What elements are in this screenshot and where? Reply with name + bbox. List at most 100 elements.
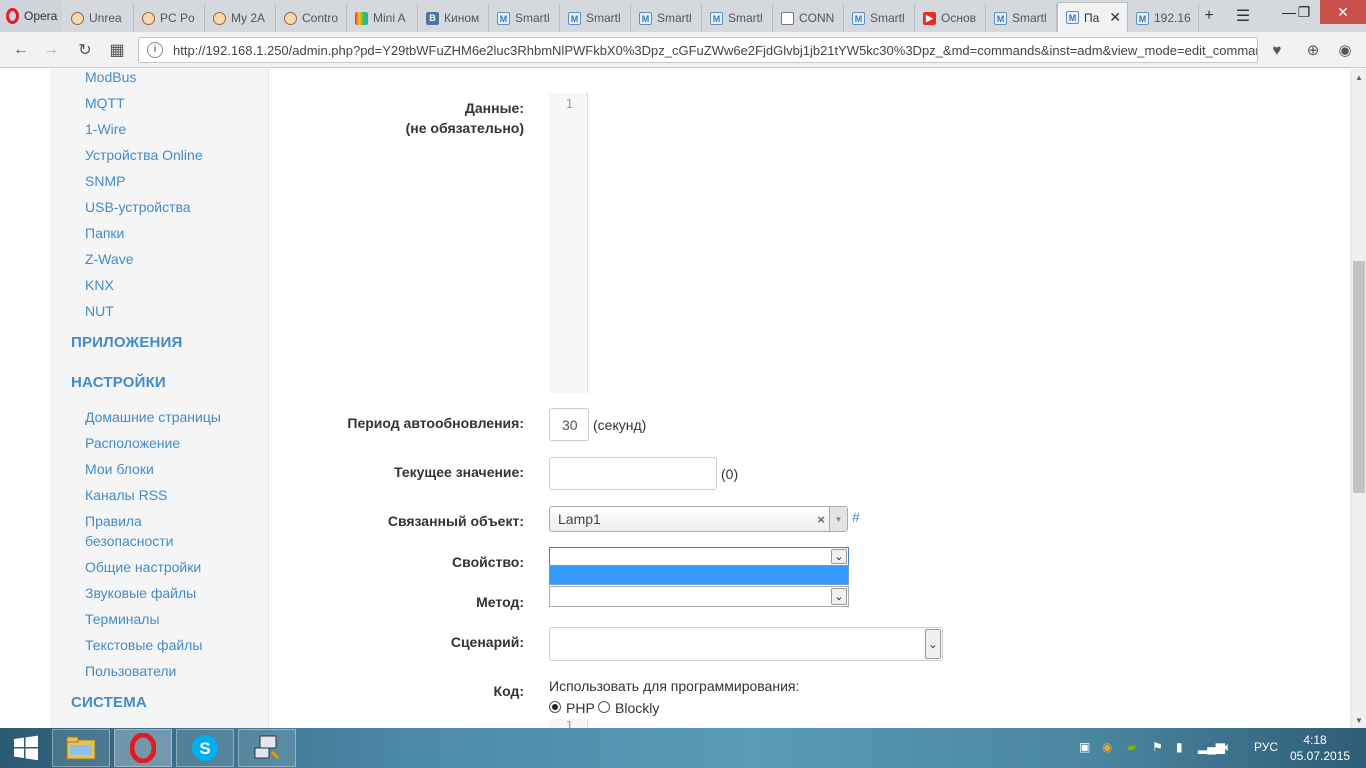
linked-object-select[interactable]: Lamp1 × ▼ — [549, 506, 848, 532]
browser-tab[interactable]: M Smartl — [560, 4, 631, 32]
sidebar-item-location[interactable]: Расположение — [85, 433, 180, 453]
scrollbar-thumb[interactable] — [1353, 261, 1365, 493]
sidebar-item-nut[interactable]: NUT — [85, 301, 114, 321]
sidebar-item-rss[interactable]: Каналы RSS — [85, 485, 167, 505]
sidebar-heading-apps[interactable]: ПРИЛОЖЕНИЯ — [71, 334, 183, 351]
sidebar-heading-system[interactable]: СИСТЕМА — [71, 694, 147, 711]
clear-selection-icon[interactable]: × — [817, 512, 825, 527]
browser-tab[interactable]: Contro — [276, 4, 347, 32]
radio-php-label[interactable]: PHP — [566, 698, 595, 718]
tray-network-warning-icon[interactable]: ⚑ — [1152, 740, 1163, 754]
data-code-editor[interactable]: 1 — [549, 93, 588, 393]
browser-tab[interactable]: B Кином — [418, 4, 489, 32]
sidebar-item-terminals[interactable]: Терминалы — [85, 609, 160, 629]
sidebar-item-usb-devices[interactable]: USB-устройства — [85, 197, 191, 217]
network-computer-icon — [254, 735, 280, 760]
browser-tab[interactable]: CONN — [773, 4, 844, 32]
majordomo-icon: M — [568, 11, 581, 25]
sidebar-item-general-settings[interactable]: Общие настройки — [85, 557, 201, 577]
back-button[interactable]: ← — [10, 39, 32, 61]
page-viewport: ModBus MQTT 1-Wire Устройства Online SNM… — [0, 69, 1350, 728]
account-icon[interactable]: ◉ — [1334, 39, 1356, 61]
taskbar-opera[interactable] — [114, 729, 172, 767]
sidebar-item-zwave[interactable]: Z-Wave — [85, 249, 133, 269]
tray-battery-icon[interactable]: ▮ — [1176, 740, 1183, 754]
sidebar-item-folders[interactable]: Папки — [85, 223, 124, 243]
sidebar-item-security-rules[interactable]: Правила — [85, 511, 142, 531]
close-window-button[interactable]: ✕ — [1320, 0, 1366, 24]
speed-dial-grid-icon[interactable]: ▦ — [106, 39, 128, 61]
sidebar-item-users[interactable]: Пользователи — [85, 661, 176, 681]
select-arrow-icon[interactable]: ▼ — [829, 507, 847, 531]
browser-tab[interactable]: My 2A — [205, 4, 276, 32]
property-dropdown-option-highlighted[interactable] — [549, 565, 849, 585]
code-label: Код: — [493, 683, 524, 699]
current-value-input[interactable] — [549, 457, 717, 490]
radio-php[interactable] — [549, 701, 561, 713]
script-select[interactable]: ⌄ — [549, 627, 943, 661]
browser-tab[interactable]: M Smartl — [631, 4, 702, 32]
sidebar-item-my-blocks[interactable]: Мои блоки — [85, 459, 154, 479]
php-code-editor[interactable]: 1 — [549, 719, 588, 728]
tray-language[interactable]: РУС — [1254, 740, 1278, 754]
browser-tab[interactable]: Unrea — [63, 4, 134, 32]
scroll-up-arrow-icon[interactable]: ▲ — [1351, 69, 1366, 85]
linked-object-link[interactable]: # — [852, 509, 860, 525]
browser-tab[interactable]: Mini A — [347, 4, 418, 32]
sidebar-item-mqtt[interactable]: MQTT — [85, 93, 125, 113]
property-select[interactable]: ⌄ — [549, 547, 849, 566]
site-info-icon[interactable]: i — [147, 42, 163, 58]
method-select[interactable]: ⌄ — [549, 586, 849, 607]
radio-blockly[interactable] — [598, 701, 610, 713]
browser-tab-label: Smartl — [1012, 11, 1047, 25]
browser-tab-label: PC Po — [160, 11, 195, 25]
tray-box-icon[interactable]: ▣ — [1079, 740, 1090, 754]
tray-volume-icon[interactable]: 🔈︎ — [1224, 740, 1231, 755]
opera-logo-icon — [6, 8, 19, 24]
radio-blockly-label[interactable]: Blockly — [615, 698, 659, 718]
start-button[interactable] — [8, 728, 44, 768]
admin-sidebar: ModBus MQTT 1-Wire Устройства Online SNM… — [50, 69, 269, 728]
taskbar-network-app[interactable] — [238, 729, 296, 767]
close-tab-icon[interactable]: ✕ — [1109, 9, 1121, 26]
opera-menu-button[interactable]: Opera — [0, 0, 62, 32]
taskbar-clock[interactable]: 4:18 05.07.2015 — [1290, 732, 1350, 764]
tab-menu-icon[interactable]: ☰ — [1232, 0, 1254, 32]
sidebar-item-sound-files[interactable]: Звуковые файлы — [85, 583, 196, 603]
taskbar-explorer[interactable] — [52, 729, 110, 767]
sidebar-item-modbus[interactable]: ModBus — [85, 69, 136, 87]
tray-avast-icon[interactable]: ◉ — [1102, 740, 1112, 754]
browser-tab[interactable]: M Smartl — [702, 4, 773, 32]
new-tab-button[interactable]: + — [1198, 0, 1220, 32]
taskbar-skype[interactable]: S — [176, 729, 234, 767]
sidebar-item-online-devices[interactable]: Устройства Online — [85, 145, 203, 165]
forward-button[interactable]: → — [40, 39, 62, 61]
chevron-down-icon[interactable]: ⌄ — [831, 588, 847, 605]
tray-signal-icon[interactable]: ▂▄▆ — [1198, 740, 1225, 754]
page-scrollbar[interactable]: ▲ ▼ — [1350, 69, 1366, 728]
chevron-down-icon[interactable]: ⌄ — [831, 549, 847, 564]
browser-tab[interactable]: PC Po — [134, 4, 205, 32]
sidebar-item-snmp[interactable]: SNMP — [85, 171, 125, 191]
url-field[interactable]: i http://192.168.1.250/admin.php?pd=Y29t… — [138, 37, 1258, 63]
browser-tab[interactable]: M Smartl — [844, 4, 915, 32]
tray-nvidia-icon[interactable]: ▰ — [1127, 740, 1136, 754]
browser-tab[interactable]: M Smartl — [489, 4, 560, 32]
scroll-down-arrow-icon[interactable]: ▼ — [1351, 712, 1366, 728]
bookmark-heart-icon[interactable]: ♥ — [1266, 39, 1288, 61]
reload-button[interactable]: ↻ — [74, 39, 96, 61]
address-bar: ← → ↻ ▦ i http://192.168.1.250/admin.php… — [0, 32, 1366, 68]
sidebar-item-knx[interactable]: KNX — [85, 275, 114, 295]
browser-tab[interactable]: M 192.16 — [1128, 4, 1199, 32]
sidebar-heading-settings[interactable]: НАСТРОЙКИ — [71, 374, 166, 391]
browser-tab[interactable]: ▶ Основ — [915, 4, 986, 32]
sidebar-item-1wire[interactable]: 1-Wire — [85, 119, 126, 139]
sidebar-item-security-rules-line2[interactable]: безопасности — [85, 531, 174, 551]
browser-tab[interactable]: M Smartl — [986, 4, 1057, 32]
sidebar-item-home-pages[interactable]: Домашние страницы — [85, 407, 221, 427]
sidebar-item-text-files[interactable]: Текстовые файлы — [85, 635, 202, 655]
refresh-period-input[interactable]: 30 — [549, 408, 589, 441]
browser-tab[interactable]: M Па ✕ — [1057, 2, 1128, 32]
download-icon[interactable]: ⊕ — [1302, 39, 1324, 61]
chevron-down-icon[interactable]: ⌄ — [925, 629, 941, 659]
